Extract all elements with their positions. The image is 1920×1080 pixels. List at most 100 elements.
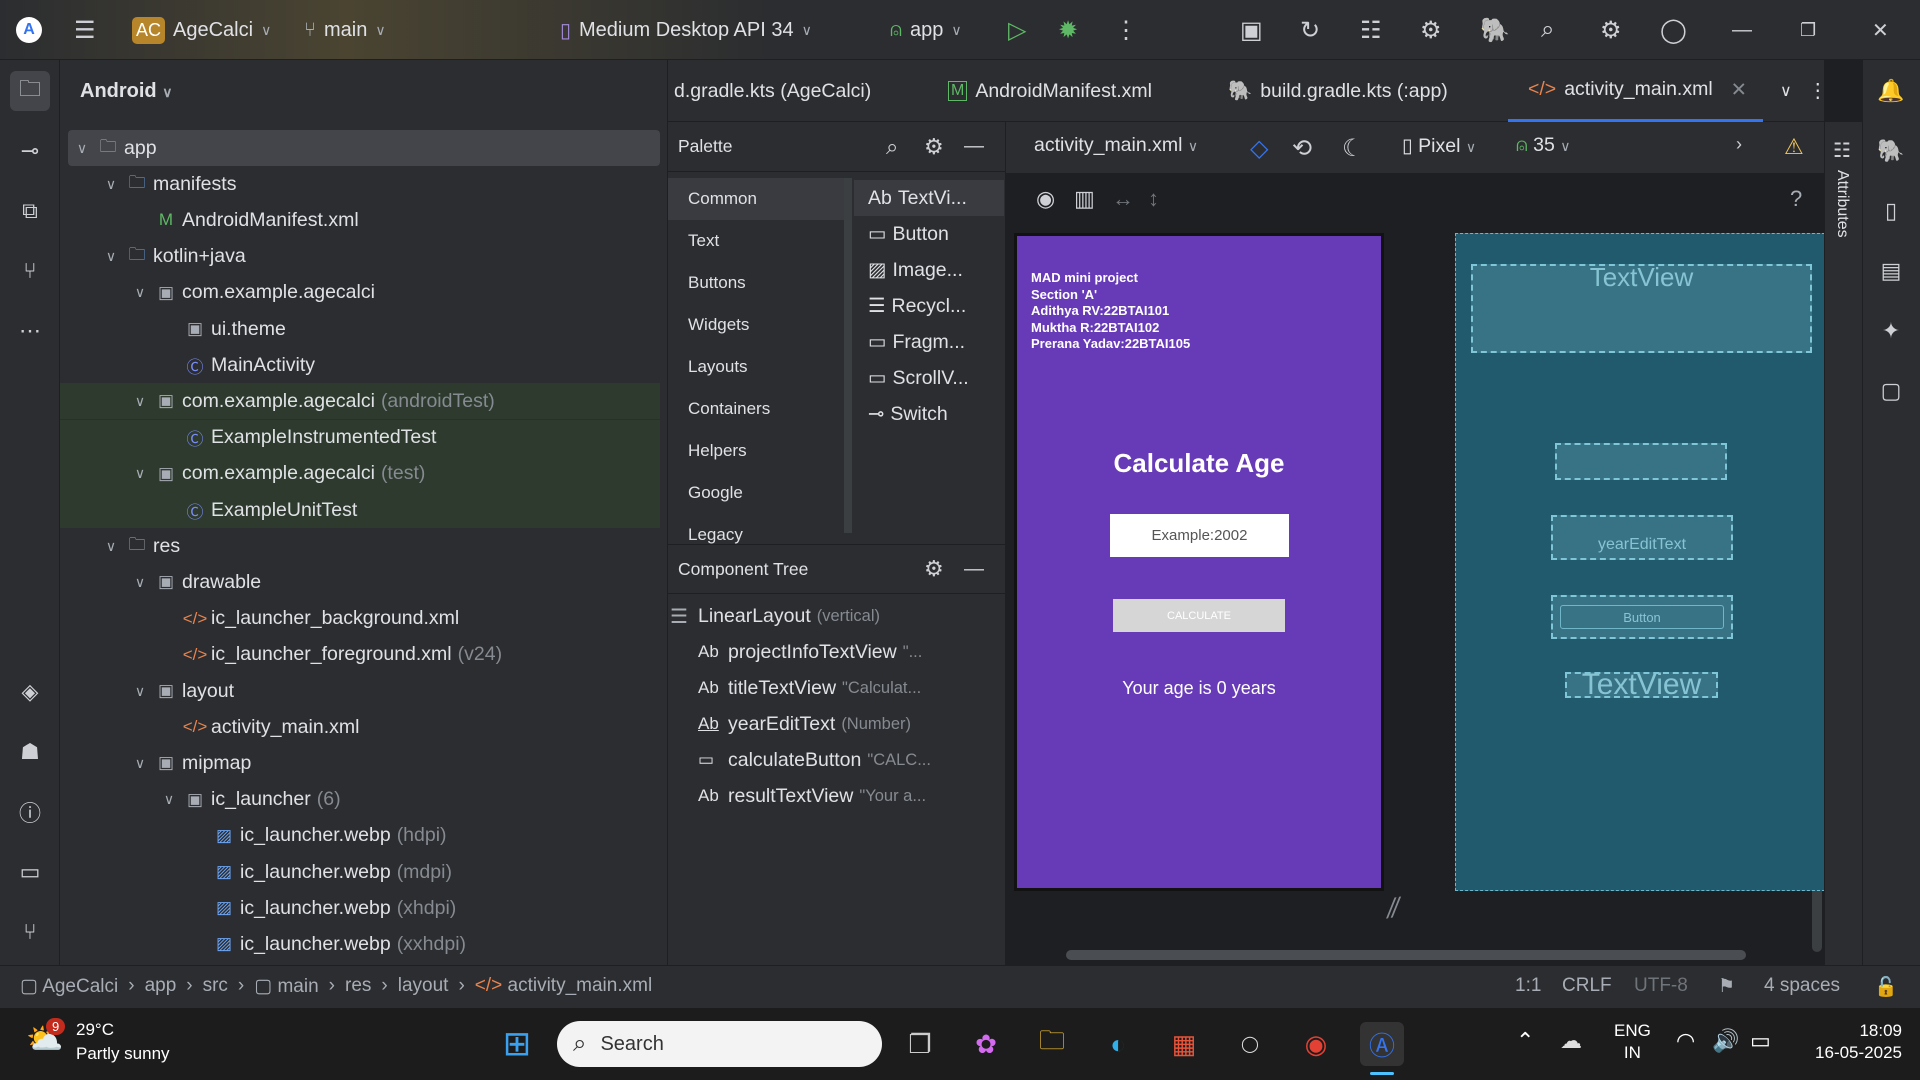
tab-build-gradle-app[interactable]: 🐘 build.gradle.kts (:app): [1228, 60, 1448, 122]
tab-settings-gradle[interactable]: d.gradle.kts (AgeCalci): [674, 60, 871, 122]
encoding[interactable]: UTF-8: [1634, 975, 1688, 997]
palette-category-common[interactable]: Common: [668, 178, 844, 220]
chevron-right-icon[interactable]: ›: [1736, 134, 1742, 155]
layout-columns-icon[interactable]: ▥: [1074, 186, 1095, 212]
apply-changes-icon[interactable]: ↻: [1300, 0, 1320, 60]
tree-item-yearEditText[interactable]: AbyearEditText(Number)⚠: [698, 706, 1028, 742]
tree-item[interactable]: ∨ ▣ com.example.agecalci (test): [60, 455, 660, 492]
search-icon[interactable]: ⌕: [886, 134, 898, 160]
close-icon[interactable]: ✕: [1872, 0, 1889, 60]
settings-icon[interactable]: ⚙: [924, 134, 944, 160]
problems-icon[interactable]: ⓘ: [10, 792, 50, 832]
running-devices-icon[interactable]: ▤: [1871, 251, 1911, 291]
design-blueprint-toggle-icon[interactable]: ◇: [1250, 134, 1268, 163]
tree-item[interactable]: </> ic_launcher_background.xml: [60, 601, 660, 637]
minimize-icon[interactable]: —: [1732, 0, 1752, 60]
tree-item[interactable]: ▣ ui.theme: [60, 311, 660, 347]
palette-category-containers[interactable]: Containers: [668, 388, 844, 430]
resize-handle-icon[interactable]: ⁄⁄: [1387, 891, 1402, 924]
search-box[interactable]: ⌕ Search: [557, 1021, 882, 1067]
chevron-down-icon[interactable]: ∨: [99, 248, 123, 265]
breadcrumb-item[interactable]: src: [203, 975, 228, 998]
blueprint-title[interactable]: [1555, 443, 1727, 480]
palette-category-layouts[interactable]: Layouts: [668, 346, 844, 388]
file-explorer-icon[interactable]: 🗀: [1030, 1022, 1074, 1066]
chrome-icon[interactable]: ◉: [1294, 1022, 1338, 1066]
breadcrumb-item[interactable]: res: [345, 975, 371, 998]
settings-icon[interactable]: ⚙: [924, 556, 944, 582]
restore-icon[interactable]: ❐: [1800, 0, 1816, 60]
horizontal-scrollbar[interactable]: [1066, 950, 1746, 960]
tree-item-titleTextView[interactable]: AbtitleTextView"Calculat...⚠: [698, 670, 1028, 706]
project-view-selector[interactable]: Android ∨: [80, 80, 172, 103]
more-actions-icon[interactable]: ⋮: [1114, 0, 1138, 60]
start-icon[interactable]: ⊞: [495, 1022, 539, 1066]
indent[interactable]: 4 spaces: [1764, 975, 1840, 997]
terminal-icon[interactable]: ▭: [10, 852, 50, 892]
gemini-icon[interactable]: ✦: [1871, 311, 1911, 351]
blueprint-year-edit[interactable]: yearEditText: [1551, 515, 1733, 560]
api-selector[interactable]: ⍝ 35 ∨: [1516, 134, 1571, 157]
gradle-icon[interactable]: 🐘: [1871, 131, 1911, 171]
palette-item[interactable]: ▭ ScrollV...: [868, 360, 998, 396]
temperature[interactable]: 29°C: [76, 1020, 114, 1040]
tree-item[interactable]: </> ic_launcher_foreground.xml (v24): [60, 637, 660, 673]
tree-item[interactable]: ∨ ▣ com.example.agecalci: [60, 275, 660, 311]
palette-category-helpers[interactable]: Helpers: [668, 430, 844, 472]
close-tab-icon[interactable]: ✕: [1731, 78, 1747, 102]
blueprint-result[interactable]: TextView: [1565, 668, 1718, 701]
tree-item[interactable]: </> activity_main.xml: [60, 709, 660, 745]
notifications-icon[interactable]: 🔔: [1871, 71, 1911, 111]
pull-requests-icon[interactable]: ⑂: [10, 251, 50, 291]
branch-selector[interactable]: ⑂ main ∨: [304, 0, 386, 60]
chevron-down-icon[interactable]: ∨: [128, 393, 152, 410]
palette-item[interactable]: Ab TextVi...: [854, 180, 1004, 216]
chevron-down-icon[interactable]: ∨: [70, 140, 94, 157]
project-selector[interactable]: AC AgeCalci ∨: [132, 0, 271, 60]
palette-item[interactable]: ☰ Recycl...: [868, 288, 998, 324]
palette-item[interactable]: ▭ Fragm...: [868, 324, 998, 360]
tab-activity-main[interactable]: </> activity_main.xml ✕: [1508, 60, 1763, 122]
orientation-icon[interactable]: ⟲: [1292, 134, 1312, 163]
line-separator[interactable]: CRLF: [1562, 975, 1612, 997]
microsoft-store-icon[interactable]: ▦: [1162, 1022, 1206, 1066]
blueprint-project-info[interactable]: TextView: [1471, 264, 1812, 353]
tree-item[interactable]: ∨ ▣ mipmap: [60, 745, 660, 781]
more-tools-icon[interactable]: ⋯: [10, 311, 50, 351]
tree-item[interactable]: ∨ 🗀 app: [68, 130, 660, 166]
tree-item[interactable]: Ⓒ ExampleUnitTest: [60, 492, 660, 528]
attributes-icon[interactable]: ☷: [1833, 138, 1851, 163]
categories-scrollbar[interactable]: [844, 178, 852, 533]
palette-item[interactable]: ▨ Image...: [868, 252, 998, 288]
breadcrumb-item[interactable]: ▢ AgeCalci: [20, 975, 118, 998]
device-manager-icon[interactable]: ▣: [1240, 0, 1263, 60]
gradle-icon[interactable]: 🐘: [1480, 0, 1510, 60]
android-studio-taskbar-icon[interactable]: Ⓐ: [1360, 1022, 1404, 1066]
resource-manager-icon[interactable]: ⧉: [10, 191, 50, 231]
tree-item[interactable]: ∨ ▣ com.example.agecalci (androidTest): [60, 383, 660, 420]
project-folder-icon[interactable]: 🗀: [10, 71, 50, 111]
chevron-down-icon[interactable]: ∨: [128, 683, 152, 700]
inspections-icon[interactable]: ⚑: [1718, 975, 1735, 998]
tree-item[interactable]: ▨ ic_launcher.webp (xhdpi): [60, 890, 660, 926]
blueprint-button-box[interactable]: Button: [1551, 595, 1733, 639]
tab-android-manifest[interactable]: M AndroidManifest.xml: [948, 60, 1152, 122]
result-text[interactable]: Your age is 0 years: [1017, 678, 1381, 699]
calculate-button[interactable]: CALCULATE: [1113, 599, 1285, 632]
tree-item[interactable]: ∨ 🗀 res: [60, 528, 660, 564]
palette-item[interactable]: ▭ Button: [868, 216, 998, 252]
run-config-selector[interactable]: ⍝ app ∨: [890, 0, 962, 60]
dell-icon[interactable]: ◯: [1228, 1022, 1272, 1066]
tree-item[interactable]: ▨ ic_launcher.webp (xxhdpi): [60, 926, 660, 962]
battery-icon[interactable]: ▭: [1750, 1028, 1771, 1054]
search-icon[interactable]: ⌕: [1541, 0, 1554, 60]
wifi-icon[interactable]: ◠: [1676, 1028, 1695, 1054]
chevron-down-icon[interactable]: ∨: [128, 284, 152, 301]
debug-icon[interactable]: ✹: [1058, 0, 1078, 60]
tree-item[interactable]: ∨ 🗀 manifests: [60, 166, 660, 202]
onedrive-icon[interactable]: ☁: [1560, 1028, 1582, 1054]
cursor-position[interactable]: 1:1: [1515, 975, 1541, 997]
chevron-down-icon[interactable]: ∨: [128, 755, 152, 772]
device-selector[interactable]: ▯ Pixel ∨: [1402, 134, 1476, 158]
project-info-text[interactable]: MAD mini project Section 'A' Adithya RV:22…: [1031, 270, 1190, 353]
